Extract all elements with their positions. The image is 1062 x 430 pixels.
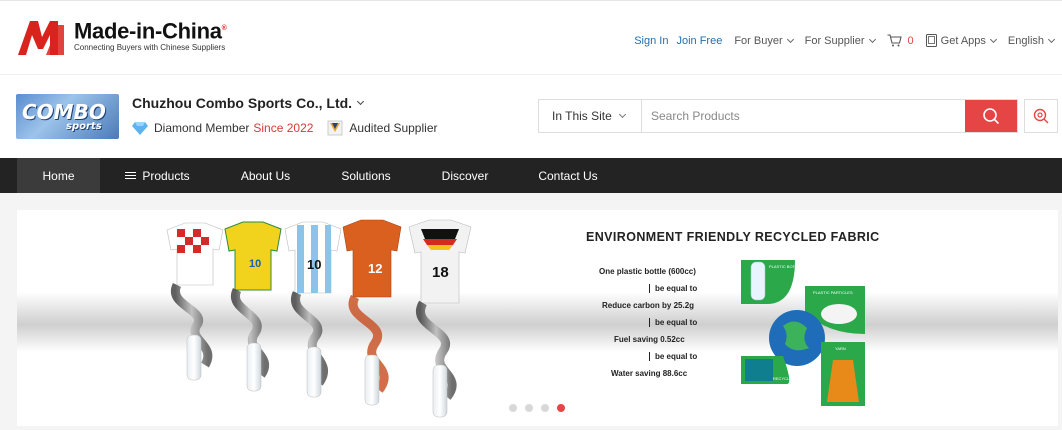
chevron-down-icon (989, 35, 997, 43)
chevron-down-icon (868, 35, 876, 43)
yarn-label: YARN (835, 346, 846, 351)
nav-home-label: Home (42, 168, 75, 183)
recycled-fabric-label: RECYCLED FABRIC (773, 376, 810, 381)
chevron-down-icon (786, 35, 794, 43)
nav-contact-us-label: Contact Us (538, 168, 598, 183)
top-header: Made-in-China® Connecting Buyers with Ch… (0, 0, 1062, 74)
registered-mark: ® (221, 25, 227, 32)
carousel-dot[interactable] (509, 404, 517, 412)
cart-count: 0 (907, 34, 914, 47)
sign-in-link[interactable]: Sign In (634, 35, 668, 47)
supplier-name-dropdown[interactable]: Chuzhou Combo Sports Co., Ltd. (132, 95, 365, 111)
cart-icon (887, 34, 902, 47)
made-in-china-logo-icon (18, 21, 64, 55)
camera-search-icon (1033, 108, 1049, 124)
fact-line: One plastic bottle (600cc) (599, 267, 696, 276)
nav-products[interactable]: Products (100, 158, 215, 193)
hero-banner[interactable]: 10 10 12 18 ENVIRONMENT FRIENDLY RECYCLE… (17, 210, 1058, 426)
for-supplier-menu[interactable]: For Supplier (804, 34, 876, 47)
top-nav: Sign In Join Free For Buyer For Supplier… (626, 34, 1056, 47)
member-since: Since 2022 (253, 121, 314, 135)
search-button[interactable] (965, 100, 1017, 132)
jersey-argentina: 10 (284, 221, 342, 398)
nav-contact-us[interactable]: Contact Us (514, 158, 622, 193)
language-label: English (1007, 34, 1044, 47)
nav-products-label: Products (142, 168, 190, 183)
fact-line: Reduce carbon by 25.2g (602, 301, 695, 310)
search-scope-value: In This Site (552, 109, 612, 123)
chevron-down-icon (618, 110, 626, 119)
jersey-bottle-illustration: 10 10 12 18 (166, 219, 472, 418)
supplier-logo[interactable]: COMBO sports (16, 94, 119, 139)
audited-supplier-label[interactable]: Audited Supplier (349, 121, 437, 135)
image-search-button[interactable] (1024, 99, 1058, 133)
nav-discover[interactable]: Discover (416, 158, 514, 193)
nav-about-us[interactable]: About Us (215, 158, 316, 193)
search-bar: In This Site (538, 99, 1018, 133)
carousel-dot[interactable] (541, 404, 549, 412)
jersey-croatia (166, 222, 224, 381)
supplier-name: Chuzhou Combo Sports Co., Ltd. (132, 95, 353, 111)
jersey-number: 12 (368, 261, 382, 276)
fact-line: Fuel saving 0.52cc (614, 335, 685, 344)
nav-solutions-label: Solutions (341, 168, 391, 183)
supplier-header: COMBO sports Chuzhou Combo Sports Co., L… (0, 74, 1062, 158)
join-free-link[interactable]: Join Free (676, 35, 722, 47)
fact-line: be equal to (649, 318, 697, 327)
nav-home[interactable]: Home (17, 158, 100, 193)
supplier-badges: Diamond Member Since 2022 Audited Suppli… (132, 120, 437, 136)
plastic-particles-label: PLASTIC PARTICLES (813, 290, 853, 295)
diamond-icon (132, 122, 148, 135)
carousel-indicators (509, 404, 565, 412)
get-apps-label: Get Apps (940, 34, 986, 47)
membership-label[interactable]: Diamond Member (154, 121, 249, 135)
for-supplier-label: For Supplier (804, 34, 865, 47)
jersey-brazil: 10 (224, 221, 282, 392)
recycling-cycle-graphic: PLASTIC BOTTLE PLASTIC PARTICLES YARN RE… (741, 260, 865, 406)
site-logo[interactable]: Made-in-China® Connecting Buyers with Ch… (16, 15, 227, 57)
jersey-netherlands: 12 (342, 219, 402, 406)
banner-title: ENVIRONMENT FRIENDLY RECYCLED FABRIC (586, 230, 880, 244)
jersey-number: 10 (249, 258, 261, 270)
for-buyer-menu[interactable]: For Buyer (734, 34, 794, 47)
plastic-bottle-label: PLASTIC BOTTLE (769, 264, 803, 269)
brand-name: Made-in-China (74, 18, 222, 44)
chevron-down-icon (357, 97, 365, 106)
fact-line: be equal to (649, 284, 697, 293)
cart-button[interactable]: 0 (887, 34, 914, 47)
audited-supplier-icon (327, 120, 343, 136)
chevron-down-icon (1047, 35, 1056, 43)
phone-icon (925, 34, 937, 47)
carousel-dot-active[interactable] (557, 404, 565, 412)
language-menu[interactable]: English (1007, 34, 1056, 47)
supplier-logo-subtext: sports (66, 121, 102, 132)
jersey-number: 10 (307, 257, 321, 272)
nav-discover-label: Discover (441, 168, 489, 183)
get-apps-menu[interactable]: Get Apps (925, 34, 997, 47)
for-buyer-label: For Buyer (734, 34, 783, 47)
fact-line: be equal to (649, 352, 697, 361)
nav-about-us-label: About Us (240, 168, 291, 183)
search-icon (983, 108, 1000, 125)
carousel-dot[interactable] (525, 404, 533, 412)
brand-tagline: Connecting Buyers with Chinese Suppliers (74, 43, 226, 53)
main-nav: Home Products About Us Solutions Discove… (0, 158, 1062, 193)
menu-icon (125, 170, 137, 181)
nav-solutions[interactable]: Solutions (316, 158, 416, 193)
fact-line: Water saving 88.6cc (611, 369, 688, 378)
jersey-number: 18 (432, 264, 449, 281)
search-input[interactable] (642, 100, 965, 132)
search-scope-select[interactable]: In This Site (539, 100, 642, 132)
jersey-germany: 18 (408, 219, 472, 418)
